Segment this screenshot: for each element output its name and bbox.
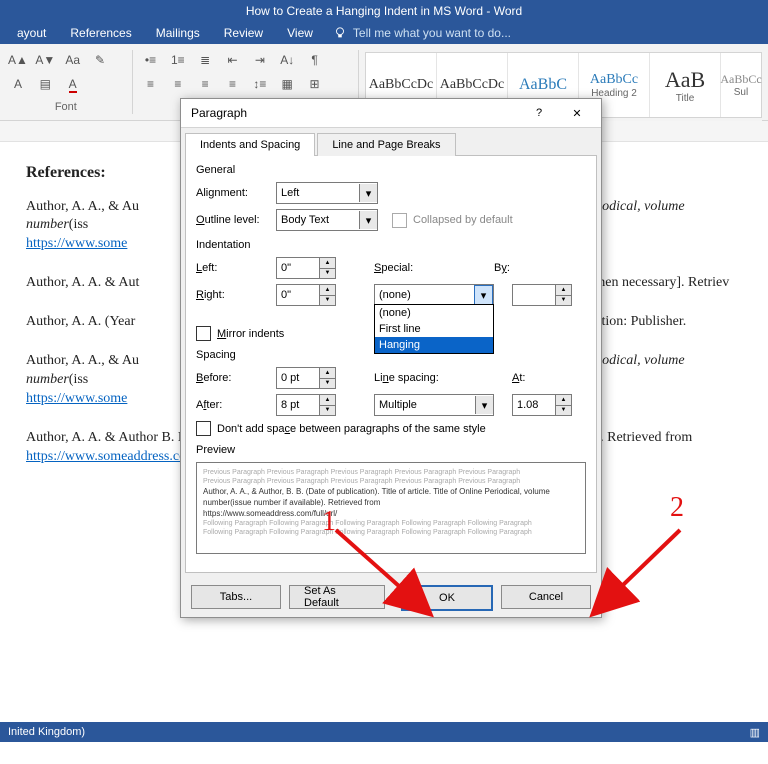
alignment-combo[interactable]: Left▾ <box>276 182 378 204</box>
font-color-icon[interactable]: A <box>62 74 84 96</box>
clear-format-icon[interactable]: ✎ <box>89 49 111 71</box>
align-center-icon[interactable]: ≡ <box>167 73 189 95</box>
help-button[interactable]: ? <box>521 101 557 125</box>
collapsed-checkbox <box>392 213 407 228</box>
view-controls-icon[interactable]: ▥ <box>750 726 760 739</box>
help-icon: ? <box>536 107 542 119</box>
label-left: Left: <box>196 262 276 274</box>
label-collapsed: Collapsed by default <box>413 214 513 226</box>
tab-view[interactable]: View <box>275 26 325 40</box>
line-spacing-combo[interactable]: Multiple▾ <box>374 394 494 416</box>
special-option-none[interactable]: (none) <box>375 305 493 321</box>
style-title[interactable]: AaBTitle <box>650 53 721 117</box>
at-spinner[interactable]: 1.08▲▼ <box>512 394 572 416</box>
special-combo[interactable]: (none)▾ (none) First line Hanging <box>374 284 494 306</box>
numbering-icon[interactable]: 1≡ <box>167 49 189 71</box>
space-before-spinner[interactable]: 0 pt▲▼ <box>276 367 336 389</box>
tell-me[interactable]: Tell me what you want to do... <box>325 26 511 40</box>
chevron-down-icon: ▾ <box>359 184 377 202</box>
cancel-button[interactable]: Cancel <box>501 585 591 609</box>
style-subtitle[interactable]: AaBbCcSul <box>721 53 761 117</box>
ribbon-tabs: ayout References Mailings Review View Te… <box>0 22 768 44</box>
bullets-icon[interactable]: •≡ <box>140 49 162 71</box>
borders-icon[interactable]: ⊞ <box>304 73 326 95</box>
label-before: Before: <box>196 372 276 384</box>
align-right-icon[interactable]: ≡ <box>194 73 216 95</box>
label-special: Special: <box>374 262 494 274</box>
label-dont-add: Don't add space between paragraphs of th… <box>217 423 486 435</box>
tell-me-text: Tell me what you want to do... <box>353 26 511 40</box>
label-after: After: <box>196 399 276 411</box>
increase-indent-icon[interactable]: ⇥ <box>249 49 271 71</box>
lightbulb-icon <box>333 26 347 40</box>
label-right: Right: <box>196 289 276 301</box>
by-spinner[interactable]: ▲▼ <box>512 284 572 306</box>
label-line-spacing: Line spacing: <box>374 372 512 384</box>
space-after-spinner[interactable]: 8 pt▲▼ <box>276 394 336 416</box>
tab-layout[interactable]: ayout <box>5 26 58 40</box>
tab-indents-spacing[interactable]: Indents and Spacing <box>185 133 315 156</box>
align-left-icon[interactable]: ≡ <box>140 73 162 95</box>
preview-box: Previous Paragraph Previous Paragraph Pr… <box>196 462 586 554</box>
shading-icon[interactable]: ▦ <box>276 73 298 95</box>
label-outline: Outline level: <box>196 214 276 226</box>
tab-review[interactable]: Review <box>212 26 275 40</box>
doc-link[interactable]: https://www.some <box>26 236 127 251</box>
tab-references[interactable]: References <box>58 26 143 40</box>
text-effects-icon[interactable]: A <box>7 73 29 95</box>
set-as-default-button[interactable]: Set As Default <box>289 585 385 609</box>
outline-level-combo[interactable]: Body Text▾ <box>276 209 378 231</box>
highlight-icon[interactable]: ▤ <box>34 73 56 95</box>
close-button[interactable]: ✕ <box>559 101 595 125</box>
special-dropdown: (none) First line Hanging <box>374 304 494 354</box>
tab-line-page-breaks[interactable]: Line and Page Breaks <box>317 133 455 156</box>
label-mirror: Mirror indents <box>217 328 284 340</box>
change-case-icon[interactable]: Aa <box>62 49 84 71</box>
special-option-firstline[interactable]: First line <box>375 321 493 337</box>
paragraph-dialog: Paragraph ? ✕ Indents and Spacing Line a… <box>180 98 602 618</box>
doc-link[interactable]: https://www.some <box>26 391 127 406</box>
label-by: By: <box>494 262 534 274</box>
window-title: How to Create a Hanging Indent in MS Wor… <box>0 0 768 22</box>
font-size-shrink-icon[interactable]: A▼ <box>34 49 56 71</box>
tabs-button[interactable]: Tabs... <box>191 585 281 609</box>
sort-icon[interactable]: A↓ <box>276 49 298 71</box>
section-preview: Preview <box>196 444 586 456</box>
status-language[interactable]: Inited Kingdom) <box>8 726 85 738</box>
section-indentation: Indentation <box>196 239 586 251</box>
label-at: At: <box>512 372 552 384</box>
chevron-down-icon: ▾ <box>475 396 493 414</box>
close-icon: ✕ <box>572 107 581 120</box>
justify-icon[interactable]: ≡ <box>222 73 244 95</box>
indent-left-spinner[interactable]: 0"▲▼ <box>276 257 336 279</box>
mirror-indents-checkbox[interactable] <box>196 326 211 341</box>
special-option-hanging[interactable]: Hanging <box>375 337 493 353</box>
status-bar: Inited Kingdom) ▥ <box>0 722 768 742</box>
multilevel-icon[interactable]: ≣ <box>194 49 216 71</box>
label-alignment: Alignment: <box>196 187 276 199</box>
annotation-number-1: 1 <box>322 508 336 536</box>
show-marks-icon[interactable]: ¶ <box>304 49 326 71</box>
dont-add-space-checkbox[interactable] <box>196 421 211 436</box>
annotation-number-2: 2 <box>670 494 684 522</box>
indent-right-spinner[interactable]: 0"▲▼ <box>276 284 336 306</box>
group-font-label: Font <box>6 97 126 117</box>
line-spacing-icon[interactable]: ↕≡ <box>249 73 271 95</box>
chevron-down-icon: ▾ <box>359 211 377 229</box>
chevron-down-icon: ▾ <box>474 285 493 305</box>
section-general: General <box>196 164 586 176</box>
dialog-title: Paragraph <box>191 106 247 120</box>
decrease-indent-icon[interactable]: ⇤ <box>222 49 244 71</box>
tab-mailings[interactable]: Mailings <box>144 26 212 40</box>
ok-button[interactable]: OK <box>401 585 493 611</box>
font-size-grow-icon[interactable]: A▲ <box>7 49 29 71</box>
